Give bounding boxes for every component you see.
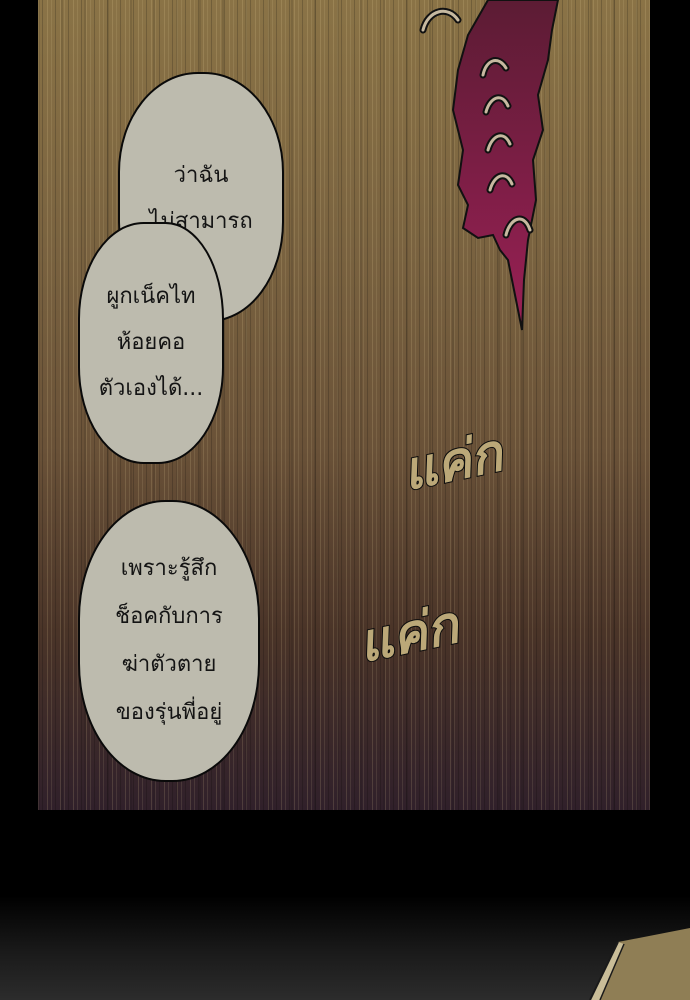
speech-bubble-2: ผูกเน็คไท ห้อยคอ ตัวเองได้... bbox=[78, 222, 224, 464]
bubble-3-line-3: ฆ่าตัวตาย bbox=[121, 652, 217, 677]
bubble-2-line-2: ห้อยคอ bbox=[116, 330, 186, 355]
speech-bubble-3: เพราะรู้สึก ช็อคกับการ ฆ่าตัวตาย ของรุ่น… bbox=[78, 500, 260, 782]
bubble-3-line-1: เพราะรู้สึก bbox=[120, 556, 218, 581]
bubble-3-line-2: ช็อคกับการ bbox=[115, 604, 223, 629]
box-corner-illustration bbox=[589, 928, 690, 1000]
bubble-3-line-4: ของรุ่นพี่อยู่ bbox=[115, 700, 223, 725]
bubble-1-line-1: ว่าฉัน bbox=[173, 163, 229, 188]
bubble-2-line-3: ตัวเองได้... bbox=[98, 376, 204, 401]
bubble-2-line-1: ผูกเน็คไท bbox=[106, 284, 196, 309]
